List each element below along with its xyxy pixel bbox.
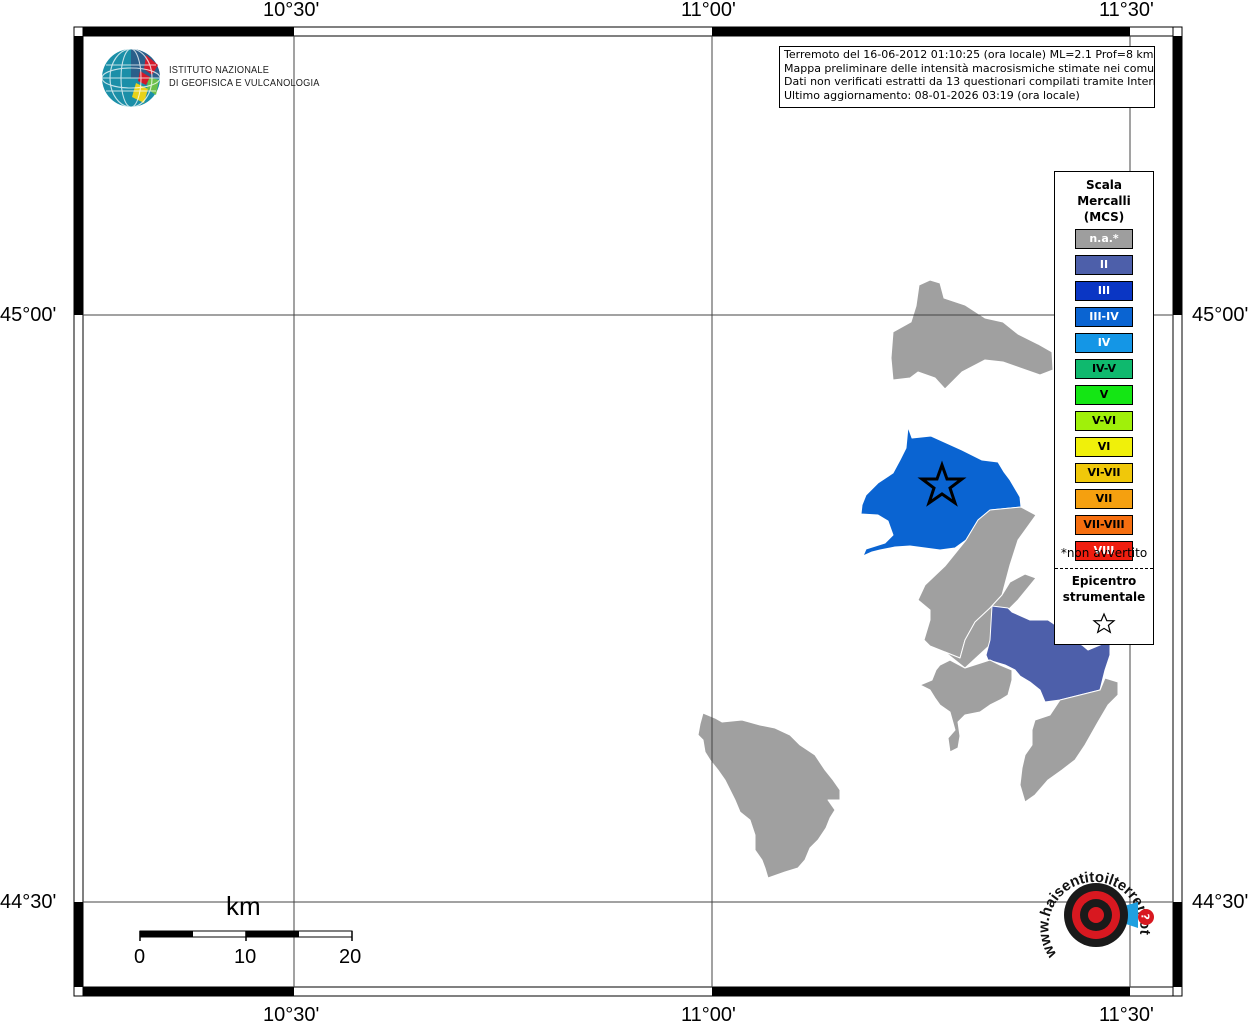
legend-title-line: Scala <box>1085 178 1123 192</box>
scalebar-unit: km <box>226 891 261 921</box>
mcs-legend: Scala Mercalli (MCS) n.a.* II III III-IV IV I… <box>1054 171 1154 645</box>
legend-item: V-VI <box>1075 411 1133 431</box>
legend-item: II <box>1075 255 1133 275</box>
legend-item: IV-V <box>1075 359 1133 379</box>
lon-label-top-1030: 10°30' <box>263 0 320 21</box>
lon-label-bottom-1030: 10°30' <box>263 1004 320 1026</box>
legend-title-line: Mercalli <box>1077 194 1131 208</box>
legend-item: IV <box>1075 333 1133 353</box>
legend-item: III <box>1075 281 1133 301</box>
event-info-line: Ultimo aggiornamento: 08-01-2026 03:19 (… <box>784 88 1080 102</box>
legend-title-line: (MCS) <box>1083 210 1125 224</box>
event-info-line: Mappa preliminare delle intensità macros… <box>784 61 1155 75</box>
scalebar-tick-0: 0 <box>134 946 146 968</box>
lon-label-bottom-1130: 11°30' <box>1099 1004 1154 1026</box>
lat-label-left-4500: 45°00' <box>0 304 57 326</box>
ingv-globe-icon <box>101 48 161 108</box>
legend-epicenter-label: Epicentro strumentale <box>1055 573 1153 605</box>
legend-epicenter-line: Epicentro <box>1071 574 1137 588</box>
legend-item: n.a.* <box>1075 229 1133 249</box>
legend-star-icon <box>1092 612 1116 634</box>
legend-item: III-IV <box>1075 307 1133 327</box>
legend-item: VI <box>1075 437 1133 457</box>
legend-divider <box>1055 568 1153 569</box>
lon-label-top-1100: 11°00' <box>681 0 736 21</box>
lon-label-bottom-1100: 11°00' <box>681 1004 736 1026</box>
legend-item: VI-VII <box>1075 463 1133 483</box>
svg-text:?: ? <box>1139 914 1152 920</box>
scalebar-tick-10: 10 <box>234 946 257 968</box>
lat-label-right-4500: 45°00' <box>1192 304 1249 326</box>
ingv-name-line1: ISTITUTO NAZIONALE <box>169 64 270 76</box>
lon-label-top-1130: 11°30' <box>1099 0 1154 21</box>
legend-items: n.a.* II III III-IV IV IV-V V V-VI VI VI-VII VII VI… <box>1075 229 1133 567</box>
scalebar-tick-20: 20 <box>339 946 362 968</box>
lat-label-right-4430: 44°30' <box>1192 891 1249 913</box>
legend-title: Scala Mercalli (MCS) <box>1055 177 1153 225</box>
legend-note: *non avvertito <box>1060 546 1148 560</box>
ingv-logo: ISTITUTO NAZIONALE DI GEOFISICA E VULCAN… <box>100 47 320 109</box>
hst-logo: www.haisentitoilterremoto.it ? <box>1034 852 1154 962</box>
ingv-name: ISTITUTO NAZIONALE DI GEOFISICA E VULCAN… <box>169 64 320 90</box>
legend-item: VII <box>1075 489 1133 509</box>
legend-epicenter-line: strumentale <box>1062 590 1146 604</box>
lat-label-left-4430: 44°30' <box>0 891 57 913</box>
legend-item: VII-VIII <box>1075 515 1133 535</box>
legend-item: V <box>1075 385 1133 405</box>
event-info-line: Terremoto del 16-06-2012 01:10:25 (ora l… <box>784 48 1154 61</box>
ingv-name-line2: DI GEOFISICA E VULCANOLOGIA <box>169 77 320 89</box>
event-info-box: Terremoto del 16-06-2012 01:10:25 (ora l… <box>779 46 1155 108</box>
event-info-line: Dati non verificati estratti da 13 quest… <box>784 75 1155 88</box>
